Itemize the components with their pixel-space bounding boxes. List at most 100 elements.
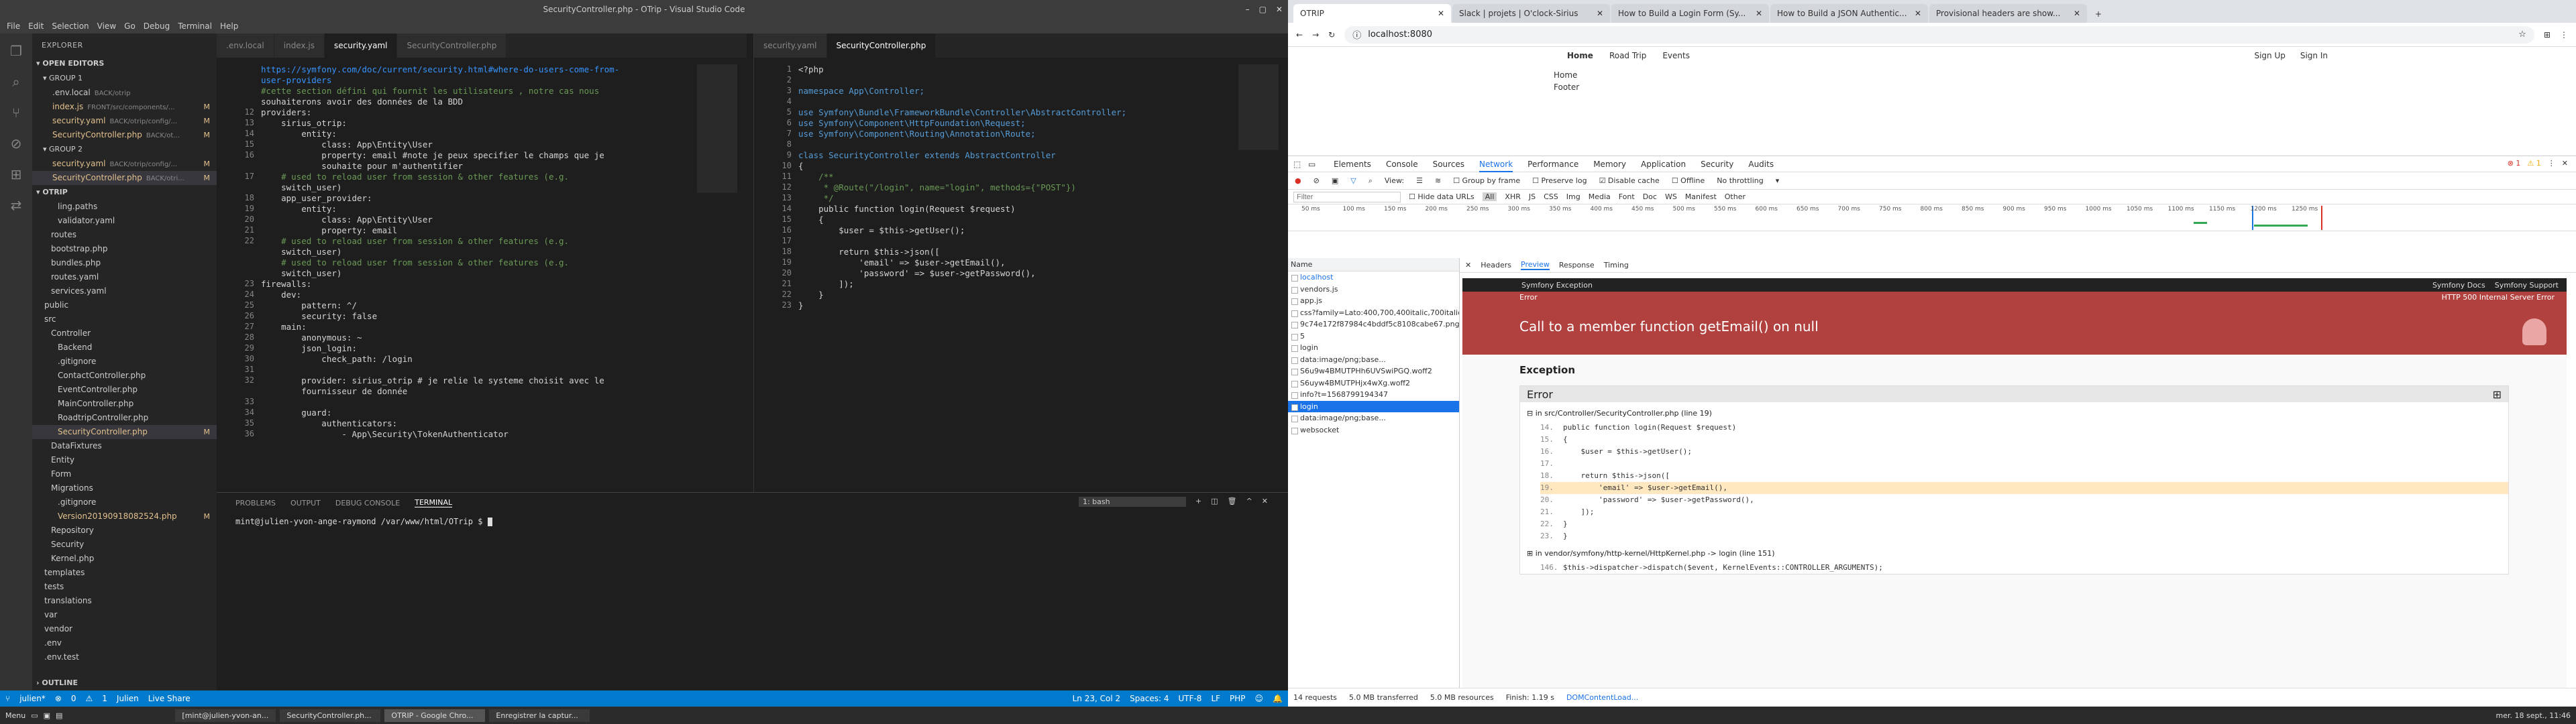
tree-item[interactable]: bundles.php <box>32 256 217 270</box>
live-share-icon[interactable]: ⇄ <box>11 197 22 213</box>
tree-item[interactable]: tests <box>32 580 217 594</box>
tree-item[interactable]: MainController.php <box>32 397 217 411</box>
panel-tab-problems[interactable]: PROBLEMS <box>235 499 276 507</box>
filter-type[interactable]: XHR <box>1505 192 1520 201</box>
tree-item[interactable]: ling.paths <box>32 200 217 214</box>
encoding[interactable]: UTF-8 <box>1178 694 1201 703</box>
group2-label[interactable]: ▾ GROUP 2 <box>32 142 217 157</box>
editor-tab[interactable]: .env.local <box>217 34 274 58</box>
waterfall-icon[interactable]: ≋ <box>1435 176 1441 185</box>
tree-item[interactable]: services.yaml <box>32 284 217 298</box>
tree-item[interactable]: Repository <box>32 524 217 538</box>
collapse-icon[interactable]: ^ <box>1246 497 1252 507</box>
filter-type[interactable]: Media <box>1589 192 1611 201</box>
request-row[interactable]: login <box>1288 400 1459 412</box>
request-row[interactable]: login <box>1288 342 1459 354</box>
tree-item[interactable]: ContactController.php <box>32 369 217 383</box>
terminal-select[interactable]: 1: bash <box>1078 497 1186 507</box>
cursor-position[interactable]: Ln 23, Col 2 <box>1073 694 1121 703</box>
editor-tab[interactable]: SecurityController.php <box>397 34 507 58</box>
language[interactable]: PHP <box>1230 694 1246 703</box>
preserve-log[interactable]: ☐ Preserve log <box>1532 176 1587 185</box>
taskbar-window[interactable]: SecurityController.ph... <box>280 709 381 722</box>
tab-close-icon[interactable]: ✕ <box>2074 4 2080 23</box>
tree-item[interactable]: Backend <box>32 341 217 355</box>
panel-tab-output[interactable]: OUTPUT <box>290 499 321 507</box>
nav-link[interactable]: Events <box>1662 51 1690 60</box>
indentation[interactable]: Spaces: 4 <box>1130 694 1169 703</box>
tree-item[interactable]: Version20190918082524.php M <box>32 509 217 524</box>
page-item[interactable]: Footer <box>1554 81 1579 93</box>
filter-type[interactable]: Doc <box>1643 192 1657 201</box>
browser-tab[interactable]: OTRIP ✕ <box>1293 4 1451 23</box>
filter-icon[interactable]: ▽ <box>1350 176 1356 185</box>
tree-item[interactable]: vendor <box>32 622 217 636</box>
request-row[interactable]: S6u9w4BMUTPHh6UVSwiPGQ.woff2 <box>1288 365 1459 377</box>
editor-tab[interactable]: security.yaml <box>754 34 827 58</box>
tree-item[interactable]: .env.test <box>32 650 217 664</box>
toggle-icon[interactable]: ⊞ <box>2493 388 2502 401</box>
files-launcher-icon[interactable]: ▤ <box>56 711 62 720</box>
tree-item[interactable]: translations <box>32 594 217 608</box>
filter-type[interactable]: ☐ Hide data URLs <box>1409 192 1474 201</box>
account[interactable]: Julien <box>117 694 139 703</box>
devtools-menu-icon[interactable]: ⋮ <box>2548 159 2555 168</box>
tree-item[interactable]: EventController.php <box>32 383 217 397</box>
maximize-icon[interactable]: ▢ <box>1259 5 1267 14</box>
symfony-docs-link[interactable]: Symfony Docs <box>2432 281 2485 290</box>
preview-tab-response[interactable]: Response <box>1559 261 1595 269</box>
tree-item[interactable]: Form <box>32 467 217 481</box>
filter-type[interactable]: Img <box>1566 192 1580 201</box>
minimap[interactable] <box>1238 64 1279 492</box>
search-icon[interactable]: ⌕ <box>1368 176 1373 186</box>
page-item[interactable]: Home <box>1554 69 1579 81</box>
disable-cache[interactable]: ☑ Disable cache <box>1599 176 1660 185</box>
clear-icon[interactable]: ⊘ <box>1313 176 1320 185</box>
source-control-icon[interactable]: ⑂ <box>12 105 20 121</box>
nav-right-link[interactable]: Sign Up <box>2254 51 2285 60</box>
preview-tab-preview[interactable]: Preview <box>1521 260 1550 270</box>
request-row[interactable]: 5 <box>1288 330 1459 343</box>
files-icon[interactable]: ❐ <box>10 43 22 59</box>
panel-tab-debug-console[interactable]: DEBUG CONSOLE <box>335 499 400 507</box>
minimize-icon[interactable]: – <box>1246 5 1250 14</box>
browser-tab[interactable]: Slack | projets | O'clock-Sirius ✕ <box>1452 4 1610 23</box>
open-editor-item[interactable]: .env.local BACK/otrip <box>32 86 217 100</box>
tree-item[interactable]: Entity <box>32 453 217 467</box>
devtools-tab-security[interactable]: Security <box>1701 160 1733 169</box>
tree-item[interactable]: validator.yaml <box>32 214 217 228</box>
devtools-close-icon[interactable]: ✕ <box>2562 159 2568 168</box>
group1-label[interactable]: ▾ GROUP 1 <box>32 71 217 86</box>
open-editor-item[interactable]: security.yaml BACK/otrip/config/... M <box>32 157 217 171</box>
filter-type[interactable]: JS <box>1529 192 1536 201</box>
right-code[interactable]: 1 <?php 2 3 namespace App\Controller; 4 5 use S… <box>754 64 1288 492</box>
request-row[interactable]: data:image/png;base... <box>1288 412 1459 424</box>
request-row[interactable]: app.js <box>1288 295 1459 307</box>
split-icon[interactable]: ◫ <box>1211 497 1218 507</box>
menu-item-view[interactable]: View <box>97 21 116 31</box>
branch-icon[interactable]: ⑂ <box>5 694 10 703</box>
filter-type[interactable]: Manifest <box>1685 192 1717 201</box>
tab-close-icon[interactable]: ✕ <box>1915 4 1921 23</box>
browser-tab[interactable]: Provisional headers are show... ✕ <box>1929 4 2087 23</box>
bell-icon[interactable]: 🔔 <box>1273 694 1283 703</box>
tree-item[interactable]: routes <box>32 228 217 242</box>
taskbar-window[interactable]: Enregistrer la captur... <box>489 709 590 722</box>
editor-tab[interactable]: security.yaml <box>324 34 398 58</box>
tree-item[interactable]: Controller <box>32 326 217 341</box>
tree-item[interactable]: src <box>32 312 217 326</box>
tree-item[interactable]: Migrations <box>32 481 217 495</box>
warning-count[interactable]: 1 <box>102 694 107 703</box>
throttling-chevron-icon[interactable]: ▾ <box>1776 176 1780 185</box>
nav-right-link[interactable]: Sign In <box>2300 51 2328 60</box>
taskbar-window[interactable]: OTRIP - Google Chro... <box>384 709 486 722</box>
menu-item-selection[interactable]: Selection <box>52 21 89 31</box>
devtools-tab-elements[interactable]: Elements <box>1334 160 1371 169</box>
tree-item[interactable]: Kernel.php <box>32 552 217 566</box>
project-section[interactable]: ▾ OTRIP <box>32 185 217 200</box>
filter-type[interactable]: All <box>1482 192 1497 201</box>
extensions-icon[interactable]: ⊞ <box>11 166 22 182</box>
close-icon[interactable]: ✕ <box>1276 5 1283 14</box>
preview-tab-timing[interactable]: Timing <box>1604 261 1629 269</box>
nav-link[interactable]: Home <box>1567 51 1593 60</box>
